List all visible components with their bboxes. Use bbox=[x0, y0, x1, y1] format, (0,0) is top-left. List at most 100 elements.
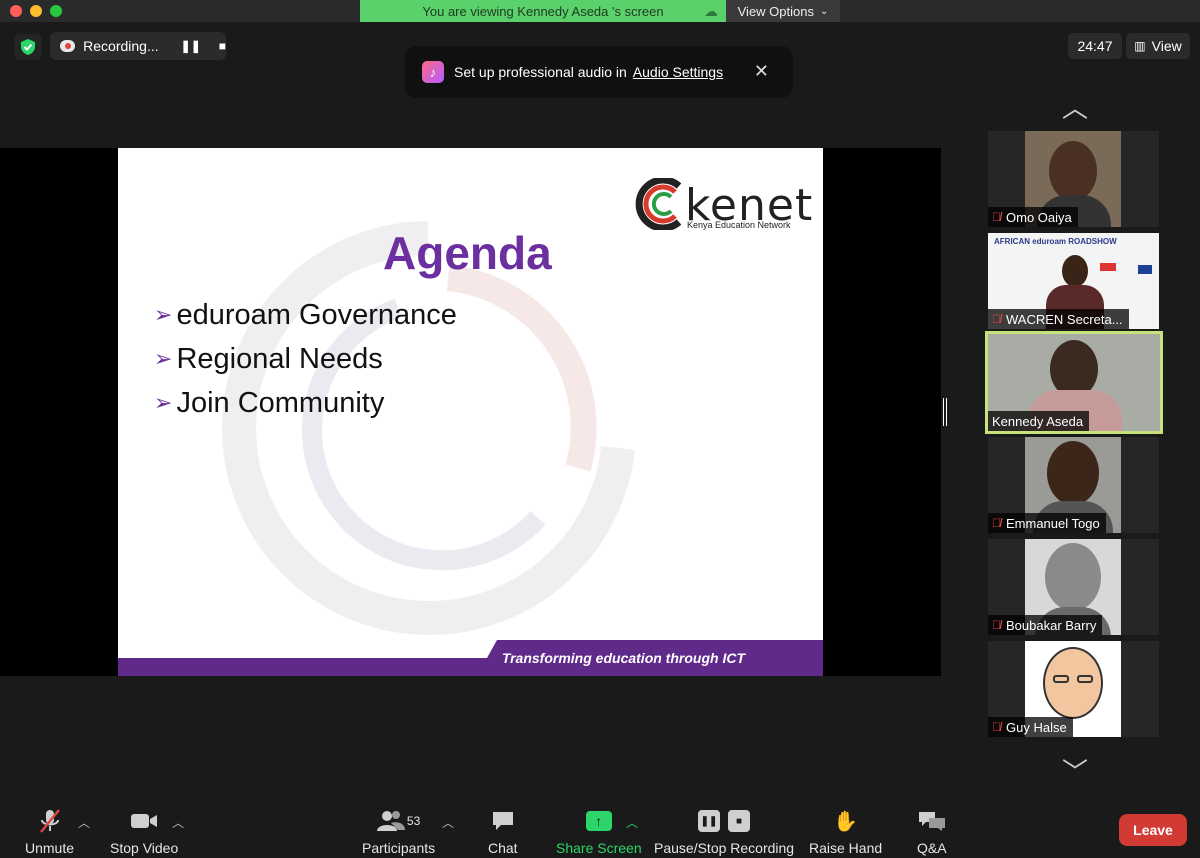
participant-name-label: 🎙̸ Boubakar Barry bbox=[988, 615, 1103, 635]
stop-icon: ■ bbox=[728, 810, 751, 832]
zoom-meeting-window: You are viewing Kennedy Aseda 's screen … bbox=[0, 0, 1200, 858]
arrow-bullet-icon: ➢ bbox=[154, 390, 173, 415]
participant-tile[interactable]: 🎙̸ Boubakar Barry bbox=[988, 539, 1159, 635]
share-options-caret-icon[interactable]: ︿ bbox=[626, 814, 638, 831]
title-bar: You are viewing Kennedy Aseda 's screen … bbox=[0, 0, 1200, 22]
meeting-toolbar: Unmute ︿ Stop Video ︿ 53 Participants ︿ … bbox=[0, 802, 1200, 858]
agenda-item-text: Join Community bbox=[176, 386, 385, 419]
participant-tile-active-speaker[interactable]: Kennedy Aseda bbox=[985, 331, 1163, 434]
stop-recording-icon[interactable]: ■ bbox=[219, 39, 226, 53]
unmute-button[interactable]: Unmute bbox=[25, 808, 74, 856]
chat-bubble-icon bbox=[491, 808, 515, 834]
participants-label: Participants bbox=[362, 840, 436, 856]
mic-muted-icon: 🎙̸ bbox=[992, 516, 1001, 530]
mic-muted-icon: 🎙̸ bbox=[992, 720, 1001, 734]
pause-stop-recording-label: Pause/Stop Recording bbox=[654, 840, 795, 856]
recording-indicator: Recording... ❚❚ ■ bbox=[50, 32, 226, 60]
qa-button[interactable]: Q&A bbox=[917, 808, 947, 856]
roadshow-banner-text: AFRICAN eduroam ROADSHOW bbox=[994, 237, 1117, 246]
view-button[interactable]: ▥ View bbox=[1126, 33, 1190, 59]
participant-name: Boubakar Barry bbox=[1006, 617, 1097, 633]
cloud-recording-icon bbox=[60, 40, 76, 52]
participant-name: Emmanuel Togo bbox=[1006, 515, 1100, 531]
stop-video-label: Stop Video bbox=[110, 840, 179, 856]
kenet-swirl-watermark bbox=[222, 221, 635, 635]
mic-muted-icon bbox=[38, 808, 62, 834]
participant-tile[interactable]: AFRICAN eduroam ROADSHOW 🎙̸ WACREN Secret… bbox=[988, 233, 1159, 329]
view-options-label: View Options bbox=[737, 3, 814, 19]
raise-hand-button[interactable]: ✋ Raise Hand bbox=[809, 808, 883, 857]
participants-icon: 53 bbox=[376, 808, 421, 834]
agenda-item: ➢ Join Community bbox=[154, 381, 457, 425]
kenet-logo-icon bbox=[635, 178, 682, 230]
participants-count: 53 bbox=[406, 814, 421, 828]
raise-hand-label: Raise Hand bbox=[809, 840, 883, 856]
cloud-icon: ☁ bbox=[704, 3, 718, 19]
participant-name: Omo Oaiya bbox=[1006, 209, 1072, 225]
participant-tile[interactable]: 🎙̸ Omo Oaiya bbox=[988, 131, 1159, 227]
pause-icon: ❚❚ bbox=[698, 810, 721, 832]
qa-label: Q&A bbox=[917, 840, 947, 856]
agenda-item-text: Regional Needs bbox=[176, 342, 383, 375]
raised-hand-icon: ✋ bbox=[833, 810, 859, 833]
agenda-item: ➢ eduroam Governance bbox=[154, 293, 457, 337]
participant-name-label: 🎙̸ Omo Oaiya bbox=[988, 207, 1078, 227]
audio-options-caret-icon[interactable]: ︿ bbox=[78, 814, 90, 831]
pause-stop-recording-button[interactable]: ❚❚ ■ Pause/Stop Recording bbox=[654, 808, 794, 856]
view-options-button[interactable]: View Options ⌄ bbox=[726, 0, 840, 22]
recording-label: Recording... bbox=[83, 38, 159, 54]
participants-button[interactable]: 53 Participants bbox=[362, 808, 435, 856]
agenda-item-text: eduroam Governance bbox=[176, 298, 457, 331]
agenda-item: ➢ Regional Needs bbox=[154, 337, 457, 381]
chat-label: Chat bbox=[488, 840, 518, 856]
split-view-drag-handle[interactable] bbox=[943, 398, 947, 426]
chevron-down-icon[interactable]: ﹀ bbox=[1056, 759, 1094, 785]
unmute-label: Unmute bbox=[25, 840, 75, 856]
close-window-button[interactable] bbox=[10, 5, 22, 17]
mic-muted-icon: 🎙̸ bbox=[992, 618, 1001, 632]
toast-text: Set up professional audio in bbox=[454, 64, 627, 80]
kenet-logo: kenet Kenya Education Network bbox=[627, 178, 819, 236]
arrow-bullet-icon: ➢ bbox=[154, 346, 173, 371]
pause-recording-icon[interactable]: ❚❚ bbox=[181, 39, 201, 53]
arrow-bullet-icon: ➢ bbox=[154, 302, 173, 327]
video-camera-icon bbox=[130, 808, 158, 834]
participant-name-label: 🎙̸ Emmanuel Togo bbox=[988, 513, 1106, 533]
participant-name-label: 🎙̸ Guy Halse bbox=[988, 717, 1073, 737]
participant-tile[interactable]: 🎙̸ Emmanuel Togo bbox=[988, 437, 1159, 533]
view-label: View bbox=[1151, 38, 1182, 54]
slide-title: Agenda bbox=[383, 227, 552, 279]
close-icon[interactable]: ✕ bbox=[754, 61, 769, 82]
video-options-caret-icon[interactable]: ︿ bbox=[172, 814, 184, 831]
leave-button[interactable]: Leave bbox=[1119, 814, 1187, 846]
viewing-banner-text: You are viewing Kennedy Aseda 's screen bbox=[422, 3, 664, 19]
chat-button[interactable]: Chat bbox=[488, 808, 518, 856]
stop-video-button[interactable]: Stop Video bbox=[110, 808, 178, 856]
chevron-down-icon: ⌄ bbox=[819, 5, 829, 17]
mic-muted-icon: 🎙̸ bbox=[992, 210, 1001, 224]
participant-name: Guy Halse bbox=[1006, 719, 1067, 735]
participants-options-caret-icon[interactable]: ︿ bbox=[442, 814, 454, 831]
security-shield-icon[interactable] bbox=[14, 34, 42, 60]
slide-footer: Transforming education through ICT bbox=[118, 640, 823, 676]
agenda-list: ➢ eduroam Governance ➢ Regional Needs ➢ Joi… bbox=[154, 293, 457, 425]
participant-name: WACREN Secreta... bbox=[1006, 311, 1123, 327]
maximize-window-button[interactable] bbox=[50, 5, 62, 17]
kenet-tagline: Kenya Education Network bbox=[687, 220, 791, 230]
mic-muted-icon: 🎙̸ bbox=[992, 312, 1001, 326]
audio-settings-toast: ♪ Set up professional audio in Audio Set… bbox=[405, 46, 793, 98]
minimize-window-button[interactable] bbox=[30, 5, 42, 17]
qa-bubbles-icon bbox=[918, 808, 946, 834]
meeting-timer: 24:47 bbox=[1068, 33, 1122, 59]
chevron-up-icon[interactable]: ︿ bbox=[1056, 95, 1094, 121]
music-note-icon: ♪ bbox=[422, 61, 444, 83]
participant-name: Kennedy Aseda bbox=[992, 413, 1084, 429]
viewing-screen-banner: You are viewing Kennedy Aseda 's screen … bbox=[360, 0, 726, 22]
audio-settings-link[interactable]: Audio Settings bbox=[633, 64, 723, 80]
share-screen-label: Share Screen bbox=[556, 840, 642, 856]
participant-name-label: 🎙̸ WACREN Secreta... bbox=[988, 309, 1129, 329]
shared-screen: kenet Kenya Education Network Agenda ➢ ed… bbox=[0, 148, 941, 676]
presentation-slide: kenet Kenya Education Network Agenda ➢ ed… bbox=[118, 148, 823, 676]
slide-footer-text: Transforming education through ICT bbox=[501, 650, 745, 666]
participant-tile[interactable]: 🎙̸ Guy Halse bbox=[988, 641, 1159, 737]
